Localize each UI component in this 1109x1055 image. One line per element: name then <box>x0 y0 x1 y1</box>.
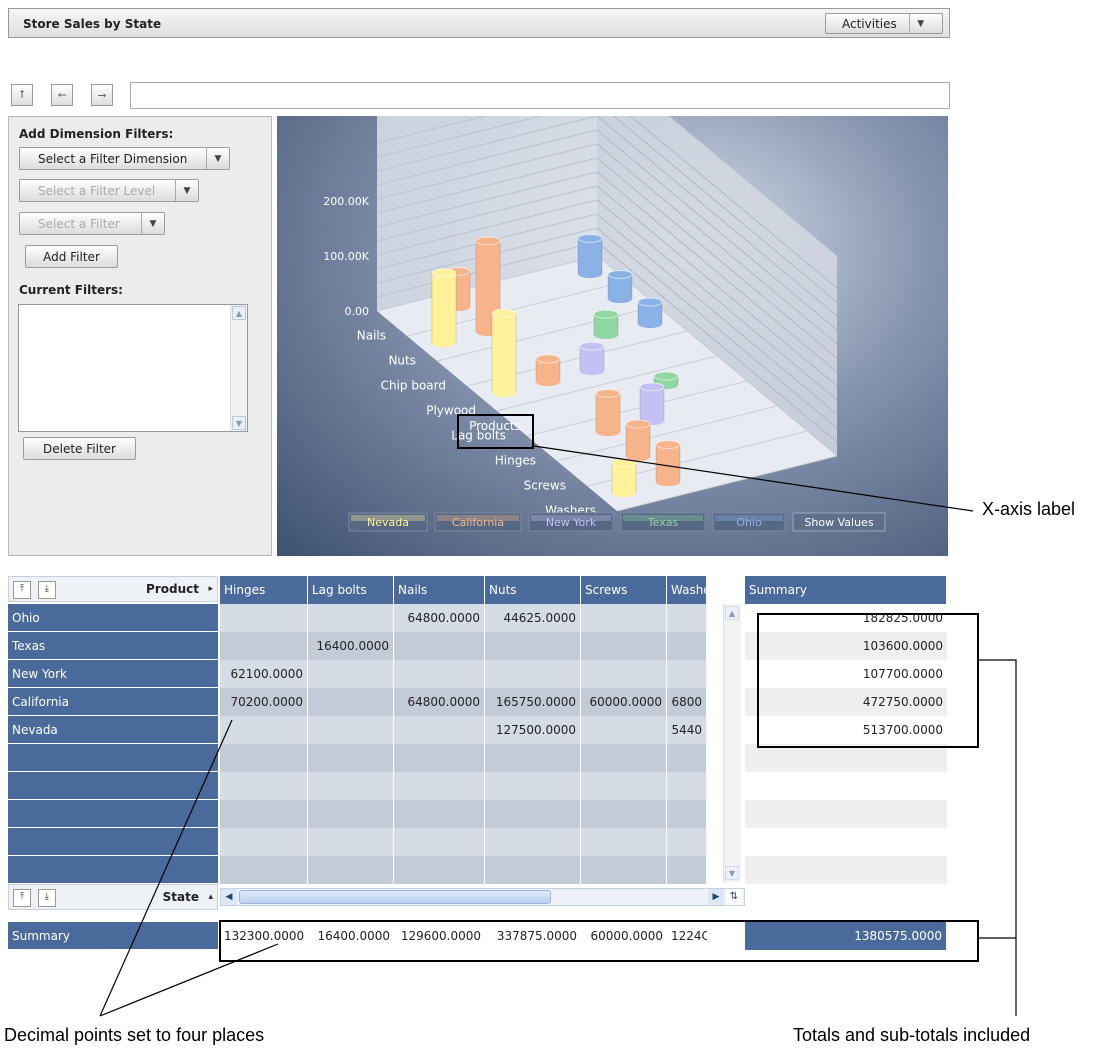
totals-annotation: Totals and sub-totals included <box>793 1025 1031 1045</box>
totals-callout-line <box>979 659 1017 1016</box>
decimal-callout-line <box>99 719 233 1017</box>
x-axis-callout-line <box>533 445 974 512</box>
decimal-annotation: Decimal points set to four places <box>4 1025 265 1045</box>
x-axis-annotation: X-axis label <box>982 499 1076 519</box>
annotation-lines <box>99 445 1017 1017</box>
